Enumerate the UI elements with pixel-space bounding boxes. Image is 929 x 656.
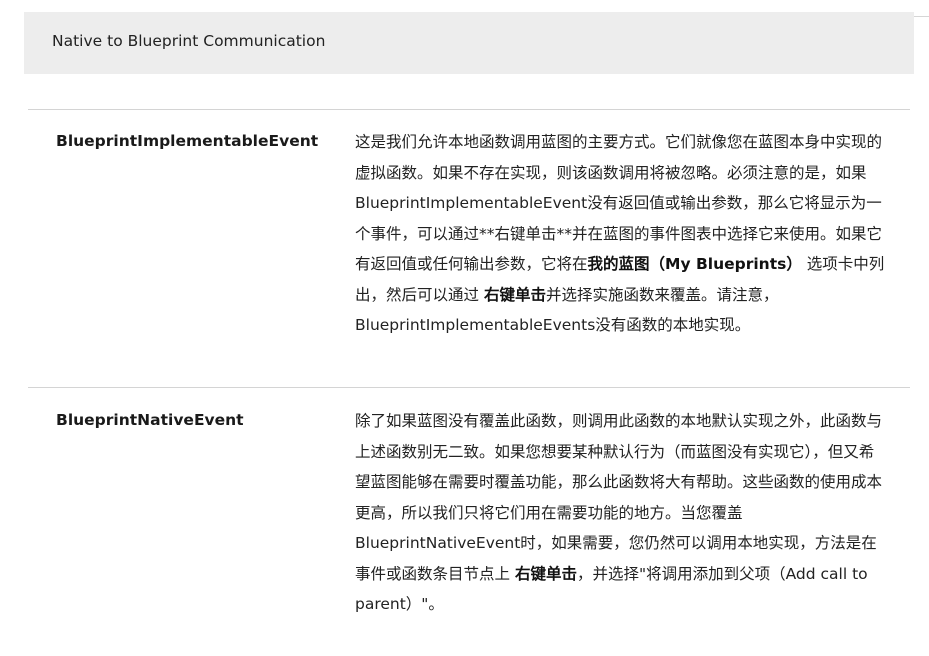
description-bold-text: 右键单击: [483, 285, 546, 304]
description-text: 这是我们允许本地函数调用蓝图的主要方式。它们就像您在蓝图本身中实现的虚拟函数。如…: [355, 133, 883, 273]
table-header-title: Native to Blueprint Communication: [52, 32, 326, 50]
term-blueprint-native-event: BlueprintNativeEvent: [56, 411, 244, 429]
row-divider: [28, 109, 910, 110]
description-text: 除了如果蓝图没有覆盖此函数，则调用此函数的本地默认实现之外，此函数与上述函数别无…: [355, 412, 883, 583]
row-divider: [28, 387, 910, 388]
description-blueprint-native-event: 除了如果蓝图没有覆盖此函数，则调用此函数的本地默认实现之外，此函数与上述函数别无…: [355, 406, 885, 620]
term-blueprint-implementable-event: BlueprintImplementableEvent: [56, 132, 319, 150]
description-blueprint-implementable-event: 这是我们允许本地函数调用蓝图的主要方式。它们就像您在蓝图本身中实现的虚拟函数。如…: [355, 127, 885, 341]
page: Native to Blueprint Communication Bluepr…: [0, 0, 929, 656]
description-bold-text: 我的蓝图（My Blueprints）: [587, 255, 802, 273]
description-bold-text: 右键单击: [514, 564, 577, 583]
table-header: Native to Blueprint Communication: [24, 12, 914, 74]
